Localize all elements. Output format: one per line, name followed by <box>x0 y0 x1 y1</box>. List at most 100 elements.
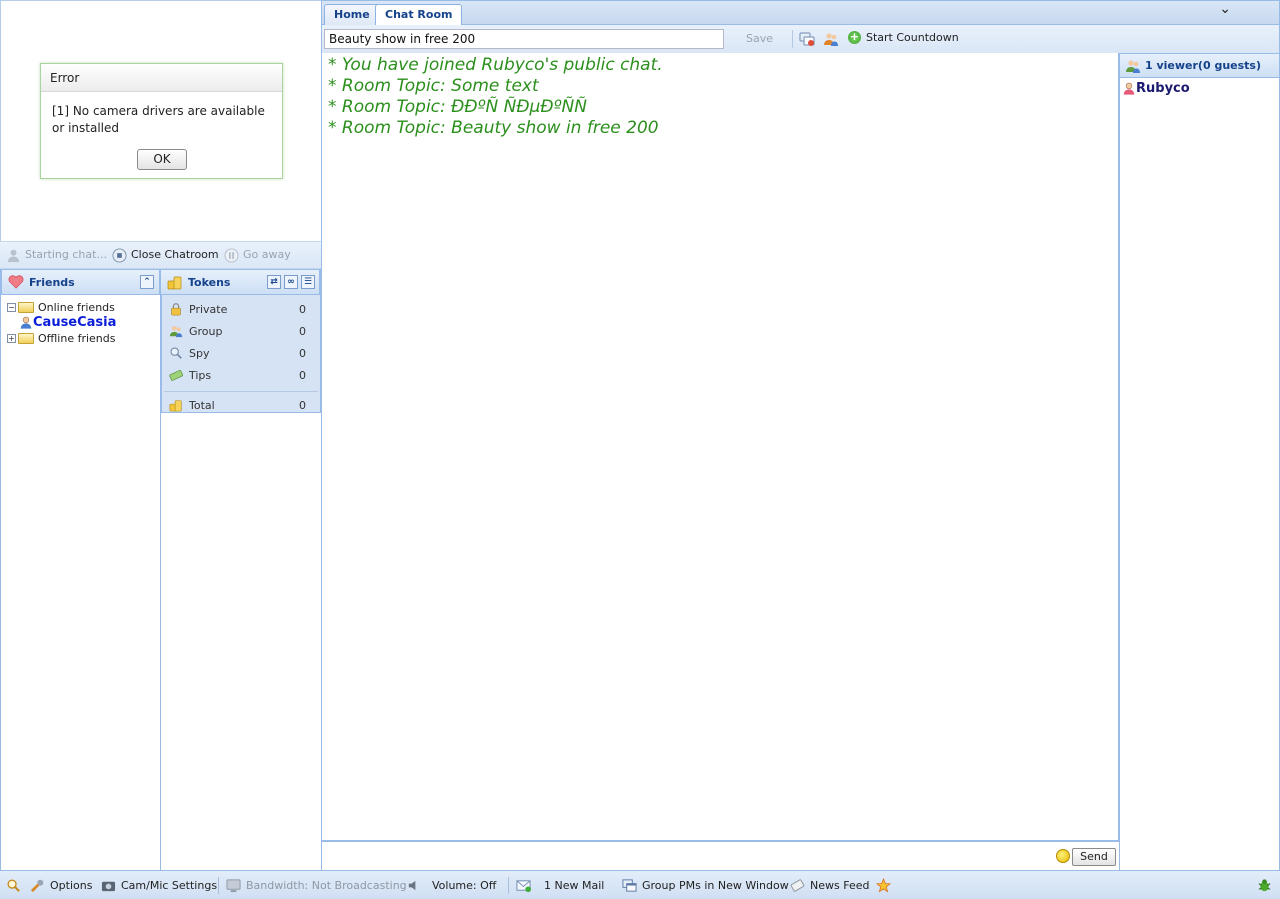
friend-item[interactable]: CauseCasia <box>1 315 160 330</box>
error-dialog-message: [1] No camera drivers are available or i… <box>52 104 265 135</box>
chat-control-bar: Starting chat... Close Chatroom Go away <box>0 241 321 269</box>
start-countdown-label: Start Countdown <box>866 31 959 44</box>
windows-icon <box>622 878 637 892</box>
cam-mic-settings-button[interactable]: Cam/Mic Settings <box>101 871 217 899</box>
token-total-value: 0 <box>299 398 306 412</box>
tokens-title: Tokens <box>188 275 231 289</box>
camera-icon <box>101 881 116 891</box>
friends-header: Friends ⌃ <box>1 269 160 295</box>
chat-message: * Room Topic: Beauty show in free 200 <box>328 118 659 138</box>
options-label: Options <box>50 878 93 892</box>
online-friends-group[interactable]: − Online friends <box>1 299 160 315</box>
binoculars-icon[interactable]: ∞ <box>284 275 298 289</box>
coins-icon <box>169 400 182 412</box>
folder-icon <box>18 332 34 344</box>
token-row-spy: Spy 0 <box>164 342 318 364</box>
go-away-label: Go away <box>243 248 291 261</box>
chat-log: * You have joined Rubyco's public chat. … <box>321 53 1119 841</box>
start-countdown-button[interactable]: + Start Countdown <box>848 31 959 44</box>
volume-button[interactable]: Volume: Off <box>406 871 496 899</box>
bandwidth-status: Bandwidth: Not Broadcasting <box>226 871 407 899</box>
magnifier-icon <box>170 347 182 359</box>
smiley-icon[interactable] <box>1056 849 1070 863</box>
bug-report-button[interactable] <box>1257 871 1272 899</box>
news-feed-button[interactable]: News Feed <box>790 871 869 899</box>
new-mail-button[interactable]: 1 New Mail <box>516 871 604 899</box>
viewers-title: 1 viewer(0 guests) <box>1145 59 1261 72</box>
viewer-item[interactable]: Rubyco <box>1120 78 1279 96</box>
list-icon[interactable]: ☰ <box>301 275 315 289</box>
token-label: Group <box>189 324 223 338</box>
tokens-body: Private 0 Group 0 Spy 0 Tips 0 Total 0 <box>161 295 320 413</box>
speaker-icon <box>408 880 416 890</box>
chat-lines: * You have joined Rubyco's public chat. … <box>322 53 1118 139</box>
new-mail-label: 1 New Mail <box>544 878 605 892</box>
token-value: 0 <box>299 324 306 338</box>
offline-friends-group[interactable]: + Offline friends <box>1 330 160 346</box>
token-label: Spy <box>189 346 210 360</box>
viewer-name[interactable]: Rubyco <box>1136 81 1190 96</box>
group-pms-button[interactable]: Group PMs in New Window <box>622 871 789 899</box>
search-icon <box>7 879 20 892</box>
room-topic-input[interactable]: Beauty show in free 200 <box>324 29 724 49</box>
news-feed-label: News Feed <box>810 878 870 892</box>
collapse-toggle-icon[interactable]: − <box>7 302 16 312</box>
lock-icon <box>171 303 181 316</box>
token-total-label: Total <box>189 398 215 412</box>
friend-name[interactable]: CauseCasia <box>33 315 116 330</box>
message-input-bar[interactable]: Send <box>321 841 1119 870</box>
viewers-header: 1 viewer(0 guests) <box>1120 53 1279 78</box>
search-button[interactable] <box>6 871 21 899</box>
error-dialog: Error [1] No camera drivers are availabl… <box>40 63 283 179</box>
user-icon <box>20 316 32 329</box>
tokens-panel: Tokens ⇄ ∞ ☰ Private 0 Group 0 Spy 0 Tip… <box>161 269 321 413</box>
add-icon: + <box>848 30 861 44</box>
volume-label: Volume: Off <box>432 878 497 892</box>
starting-chat-label: Starting chat... <box>25 248 107 261</box>
collapse-icon[interactable]: ⌃ <box>140 275 154 289</box>
news-icon <box>790 878 805 892</box>
favorite-button[interactable] <box>876 871 891 899</box>
friends-tree: − Online friends CauseCasia + Offline fr… <box>1 295 160 346</box>
error-ok-button[interactable]: OK <box>137 149 187 170</box>
chevron-down-icon[interactable]: ⌄ <box>1219 1 1231 17</box>
close-chatroom-button[interactable]: Close Chatroom <box>112 242 219 268</box>
group-icon <box>169 326 183 338</box>
send-button[interactable]: Send <box>1072 848 1116 866</box>
monitor-icon <box>226 878 241 892</box>
token-label: Tips <box>189 368 212 382</box>
online-friends-label: Online friends <box>38 300 115 314</box>
tab-home[interactable]: Home <box>324 4 380 26</box>
chat-settings-icon[interactable] <box>799 31 815 47</box>
starting-chat-button[interactable]: Starting chat... <box>6 242 107 268</box>
chat-message: * Room Topic: ÐÐºÑ ÑÐµÐºÑÑ <box>328 97 587 117</box>
toolbar-divider <box>792 30 793 48</box>
money-icon <box>169 370 183 381</box>
tab-chat-room[interactable]: Chat Room <box>375 4 463 27</box>
wrench-icon <box>30 879 44 892</box>
token-value: 0 <box>299 346 306 360</box>
stop-icon <box>112 247 127 263</box>
star-icon <box>876 877 891 892</box>
app-root: Error [1] No camera drivers are availabl… <box>0 0 1280 899</box>
token-value: 0 <box>299 368 306 382</box>
refresh-icon[interactable]: ⇄ <box>267 275 281 289</box>
cam-mic-label: Cam/Mic Settings <box>121 878 218 892</box>
status-divider <box>508 877 509 894</box>
user-icon <box>1123 82 1135 95</box>
save-button[interactable]: Save <box>746 32 773 45</box>
chat-message: * You have joined Rubyco's public chat. <box>328 55 663 75</box>
users-icon[interactable] <box>823 31 839 47</box>
expand-toggle-icon[interactable]: + <box>7 333 16 343</box>
friends-panel: Friends ⌃ − Online friends CauseCasia + … <box>0 269 161 871</box>
folder-icon <box>18 301 34 313</box>
bug-icon <box>1258 878 1271 891</box>
tokens-divider <box>164 391 318 392</box>
mail-icon <box>516 879 531 892</box>
go-away-button[interactable]: Go away <box>224 242 291 268</box>
status-bar: Options Cam/Mic Settings Bandwidth: Not … <box>0 870 1280 899</box>
status-divider <box>218 877 219 894</box>
tokens-header: Tokens ⇄ ∞ ☰ <box>161 269 320 295</box>
error-dialog-title: Error <box>41 64 282 92</box>
options-button[interactable]: Options <box>30 871 92 899</box>
